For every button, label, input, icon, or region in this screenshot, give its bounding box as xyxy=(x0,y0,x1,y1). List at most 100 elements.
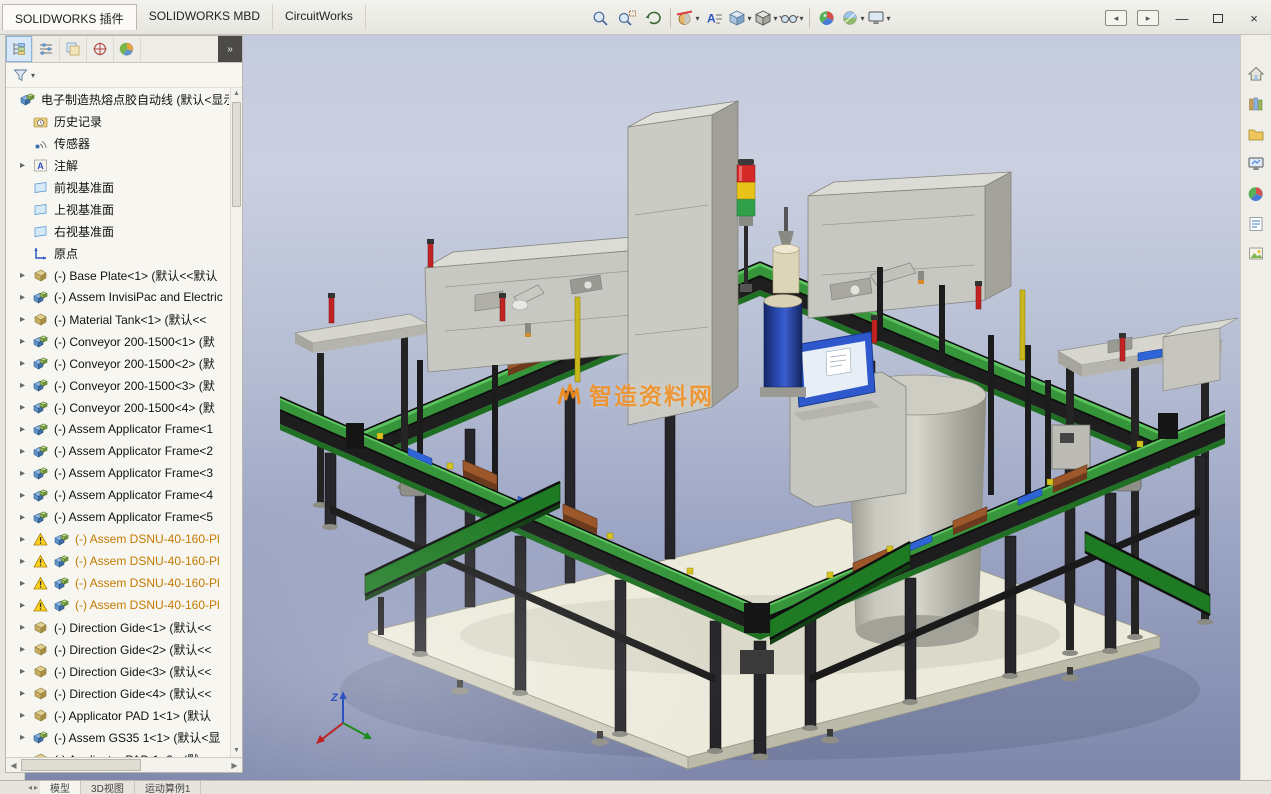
apply-scene-button[interactable]: ▾ xyxy=(840,6,866,30)
bottom-tab-model[interactable]: 模型 xyxy=(40,781,81,794)
tree-item[interactable]: ▸(-) Assem DSNU-40-160-Pl xyxy=(6,550,229,572)
tree-item[interactable]: ▸(-) Assem DSNU-40-160-Pl xyxy=(6,594,229,616)
dropdown-caret-icon[interactable]: ▾ xyxy=(860,14,864,23)
tree-item[interactable]: 历史记录 xyxy=(6,110,229,132)
tree-item[interactable]: 前视基准面 xyxy=(6,176,229,198)
zoom-to-fit-button[interactable] xyxy=(588,6,614,30)
view-palette-icon[interactable] xyxy=(1245,153,1267,175)
edit-appearance-button[interactable] xyxy=(814,6,840,30)
expand-arrow-icon[interactable]: ▸ xyxy=(20,688,33,699)
expand-arrow-icon[interactable]: ▸ xyxy=(20,490,33,501)
tree-item[interactable]: ▸(-) Conveyor 200-1500<3> (默 xyxy=(6,374,229,396)
dynamic-annotation-views-button[interactable]: A xyxy=(701,6,727,30)
expand-arrow-icon[interactable]: ▸ xyxy=(20,402,33,413)
tree-item[interactable]: 原点 xyxy=(6,242,229,264)
expand-arrow-icon[interactable]: ▸ xyxy=(20,292,33,303)
display-style-button[interactable]: ▾ xyxy=(753,6,779,30)
collapse-right-pane-icon[interactable]: ▸ xyxy=(1137,10,1159,26)
model-canvas[interactable] xyxy=(270,35,1240,780)
tree-item[interactable]: ▸(-) Direction Gide<1> (默认<< xyxy=(6,616,229,638)
scroll-down-icon[interactable]: ▼ xyxy=(231,745,242,757)
dropdown-caret-icon[interactable]: ▾ xyxy=(695,14,699,23)
tree-item[interactable]: ▸(-) Assem Applicator Frame<4 xyxy=(6,484,229,506)
tree-item[interactable]: ▸(-) Assem Applicator Frame<2 xyxy=(6,440,229,462)
displaymanager-tab[interactable] xyxy=(114,36,141,62)
expand-arrow-icon[interactable]: ▸ xyxy=(20,578,33,589)
bottom-tab-3dviews[interactable]: 3D视图 xyxy=(81,781,135,794)
zoom-to-area-button[interactable] xyxy=(614,6,640,30)
tree-item[interactable]: 上视基准面 xyxy=(6,198,229,220)
dropdown-caret-icon[interactable]: ▾ xyxy=(886,14,890,23)
tree-item[interactable]: ▸A注解 xyxy=(6,154,229,176)
solidworks-resources-icon[interactable] xyxy=(1245,63,1267,85)
tab-circuitworks[interactable]: CircuitWorks xyxy=(273,4,366,30)
tree-item[interactable]: ▸(-) Assem DSNU-40-160-Pl xyxy=(6,572,229,594)
tree-item[interactable]: ▸(-) Assem InvisiPac and Electric xyxy=(6,286,229,308)
minimize-button[interactable]: — xyxy=(1169,8,1195,28)
tree-vertical-scrollbar[interactable]: ▲ ▼ xyxy=(230,88,242,757)
tree-item[interactable]: ▸(-) Assem Applicator Frame<1 xyxy=(6,418,229,440)
tree-item[interactable]: ▸(-) Applicator PAD 1<2> (默 xyxy=(6,748,229,757)
solidworks-forum-icon[interactable] xyxy=(1245,243,1267,265)
expand-arrow-icon[interactable]: ▸ xyxy=(20,556,33,567)
tree-item[interactable]: ▸(-) Assem DSNU-40-160-Pl xyxy=(6,528,229,550)
featuremanager-tab[interactable] xyxy=(6,36,33,62)
tree-horizontal-scrollbar[interactable]: ◀ ▶ xyxy=(6,757,242,772)
hscroll-thumb[interactable] xyxy=(21,759,141,771)
expand-arrow-icon[interactable]: ▸ xyxy=(20,160,33,171)
scroll-up-icon[interactable]: ▲ xyxy=(231,88,242,100)
maximize-button[interactable] xyxy=(1205,8,1231,28)
expand-arrow-icon[interactable]: ▸ xyxy=(20,600,33,611)
design-library-icon[interactable] xyxy=(1245,93,1267,115)
tree-item[interactable]: ▸(-) Direction Gide<2> (默认<< xyxy=(6,638,229,660)
tree-item[interactable]: 右视基准面 xyxy=(6,220,229,242)
dropdown-caret-icon[interactable]: ▾ xyxy=(773,14,777,23)
collapse-left-pane-icon[interactable]: ◂ xyxy=(1105,10,1127,26)
tree-filter[interactable]: ▾ xyxy=(6,63,242,88)
expand-arrow-icon[interactable]: ▸ xyxy=(20,424,33,435)
bottom-tab-motion-study[interactable]: 运动算例1 xyxy=(135,781,202,794)
tree-item[interactable]: ▸(-) Applicator PAD 1<1> (默认 xyxy=(6,704,229,726)
expand-arrow-icon[interactable]: ▸ xyxy=(20,468,33,479)
tree-root-item[interactable]: 电子制造热熔点胶自动线 (默认<显示 xyxy=(6,88,229,110)
expand-arrow-icon[interactable]: ▸ xyxy=(20,358,33,369)
expand-arrow-icon[interactable]: ▸ xyxy=(20,314,33,325)
tree-item[interactable]: ▸(-) Conveyor 200-1500<2> (默 xyxy=(6,352,229,374)
dropdown-caret-icon[interactable]: ▾ xyxy=(799,14,803,23)
tab-solidworks-addins[interactable]: SOLIDWORKS 插件 xyxy=(2,4,137,30)
orientation-triad[interactable]: Z xyxy=(305,683,375,753)
dimxpertmanager-tab[interactable] xyxy=(87,36,114,62)
expand-arrow-icon[interactable]: ▸ xyxy=(20,622,33,633)
configurationmanager-tab[interactable] xyxy=(60,36,87,62)
tab-nav-arrows-icon[interactable]: ◂▸ xyxy=(28,783,40,792)
expand-arrow-icon[interactable]: ▸ xyxy=(20,512,33,523)
appearances-scenes-icon[interactable] xyxy=(1245,183,1267,205)
collapse-panel-tab[interactable]: » xyxy=(218,36,242,62)
tree-item[interactable]: ▸(-) Conveyor 200-1500<4> (默 xyxy=(6,396,229,418)
expand-arrow-icon[interactable]: ▸ xyxy=(20,336,33,347)
tree-item[interactable]: 传感器 xyxy=(6,132,229,154)
expand-arrow-icon[interactable]: ▸ xyxy=(20,270,33,281)
tree-item[interactable]: ▸(-) Base Plate<1> (默认<<默认 xyxy=(6,264,229,286)
tree-item[interactable]: ▸(-) Assem Applicator Frame<3 xyxy=(6,462,229,484)
section-view-button[interactable]: ▾ xyxy=(675,6,701,30)
expand-arrow-icon[interactable]: ▸ xyxy=(20,380,33,391)
scroll-thumb[interactable] xyxy=(232,102,241,207)
expand-arrow-icon[interactable]: ▸ xyxy=(20,446,33,457)
tree-item[interactable]: ▸(-) Direction Gide<3> (默认<< xyxy=(6,660,229,682)
previous-view-button[interactable] xyxy=(640,6,666,30)
dropdown-caret-icon[interactable]: ▾ xyxy=(747,14,751,23)
hide-show-items-button[interactable]: ▾ xyxy=(779,6,805,30)
close-button[interactable]: × xyxy=(1241,8,1267,28)
tree-item[interactable]: ▸(-) Material Tank<1> (默认<< xyxy=(6,308,229,330)
tree-item[interactable]: ▸(-) Conveyor 200-1500<1> (默 xyxy=(6,330,229,352)
expand-arrow-icon[interactable]: ▸ xyxy=(20,666,33,677)
view-orientation-button[interactable]: ▾ xyxy=(727,6,753,30)
expand-arrow-icon[interactable]: ▸ xyxy=(20,644,33,655)
file-explorer-icon[interactable] xyxy=(1245,123,1267,145)
scroll-left-icon[interactable]: ◀ xyxy=(6,761,21,770)
expand-arrow-icon[interactable]: ▸ xyxy=(20,710,33,721)
scroll-right-icon[interactable]: ▶ xyxy=(227,761,242,770)
expand-arrow-icon[interactable]: ▸ xyxy=(20,732,33,743)
tree-item[interactable]: ▸(-) Assem GS35 1<1> (默认<显 xyxy=(6,726,229,748)
